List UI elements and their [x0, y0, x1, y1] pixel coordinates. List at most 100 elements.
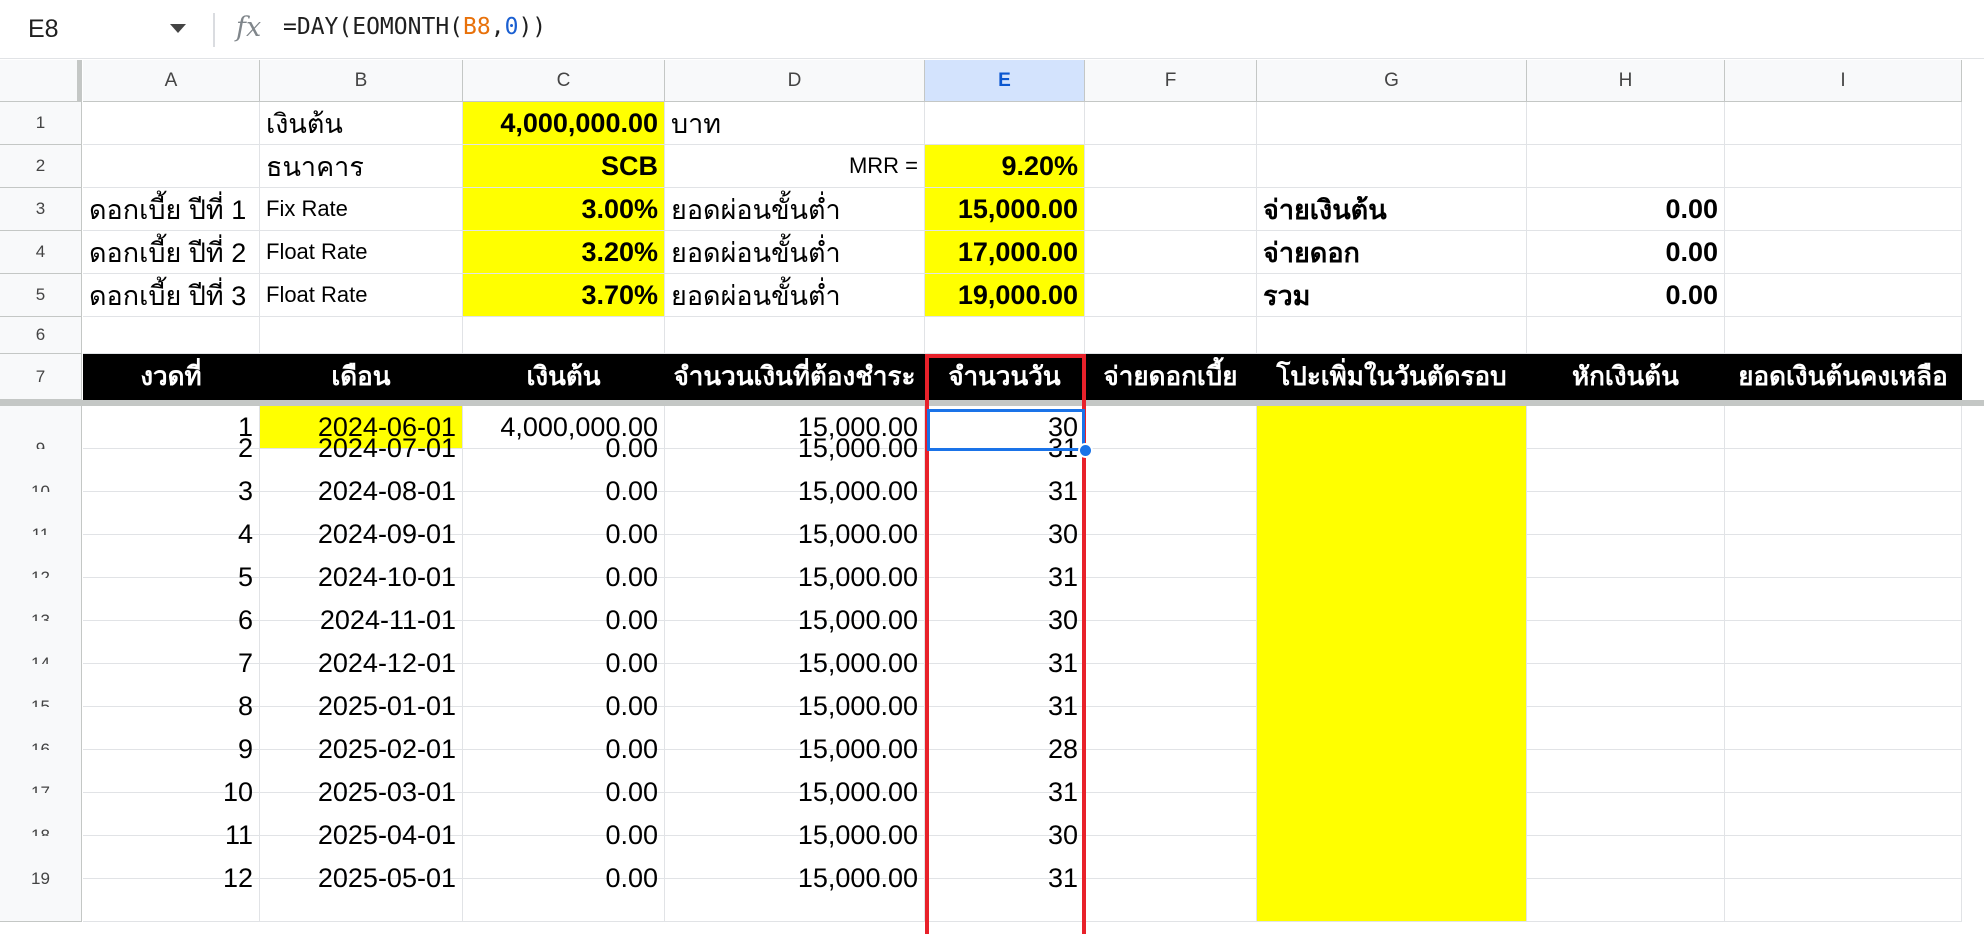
cell-d6[interactable]: [665, 317, 925, 354]
table-header-2[interactable]: เดือน: [260, 354, 463, 400]
summary-value[interactable]: 0.00: [1527, 274, 1725, 317]
summary-label[interactable]: จ่ายเงินต้น: [1257, 188, 1527, 231]
cell-a1[interactable]: [83, 102, 260, 145]
installment-number[interactable]: 12: [83, 836, 260, 922]
cell-g2[interactable]: [1257, 145, 1527, 188]
remaining-principal[interactable]: [1725, 836, 1962, 922]
column-header-h[interactable]: H: [1527, 60, 1725, 102]
rate-value[interactable]: 3.20%: [463, 231, 665, 274]
column-header-c[interactable]: C: [463, 60, 665, 102]
table-header-5[interactable]: จำนวนวัน: [925, 354, 1085, 400]
table-header-9[interactable]: ยอดเงินต้นคงเหลือ: [1725, 354, 1962, 400]
row-header-19[interactable]: 19: [0, 836, 82, 922]
rate-type[interactable]: Float Rate: [260, 274, 463, 317]
extra-payment[interactable]: [1257, 836, 1527, 922]
cell-g1[interactable]: [1257, 102, 1527, 145]
cell-i2[interactable]: [1725, 145, 1962, 188]
cell-f6[interactable]: [1085, 317, 1257, 354]
summary-label[interactable]: รวม: [1257, 274, 1527, 317]
rate-type[interactable]: Float Rate: [260, 231, 463, 274]
principal-cell[interactable]: 0.00: [463, 836, 665, 922]
cell-c6[interactable]: [463, 317, 665, 354]
cell-b6[interactable]: [260, 317, 463, 354]
cell-h1[interactable]: [1527, 102, 1725, 145]
row-header-4[interactable]: 4: [0, 231, 82, 274]
interest-paid[interactable]: [1085, 836, 1257, 922]
mrr-label[interactable]: MRR =: [665, 145, 925, 188]
cell-i6[interactable]: [1725, 317, 1962, 354]
row-header-6[interactable]: 6: [0, 317, 82, 354]
table-header-4[interactable]: จำนวนเงินที่ต้องชำระ: [665, 354, 925, 400]
column-header-a[interactable]: A: [83, 60, 260, 102]
column-header-i[interactable]: I: [1725, 60, 1962, 102]
rate-value[interactable]: 3.70%: [463, 274, 665, 317]
principal-deducted[interactable]: [1527, 836, 1725, 922]
rate-year-label[interactable]: ดอกเบี้ย ปีที่ 1: [83, 188, 260, 231]
chevron-down-icon[interactable]: [170, 24, 186, 33]
min-payment-label[interactable]: ยอดผ่อนขั้นต่ำ: [665, 231, 925, 274]
mrr-value[interactable]: 9.20%: [925, 145, 1085, 188]
min-payment-value[interactable]: 17,000.00: [925, 231, 1085, 274]
cell-i4[interactable]: [1725, 231, 1962, 274]
formula-token-plain: ,: [490, 14, 505, 40]
select-all-corner[interactable]: [0, 60, 82, 102]
table-header-6[interactable]: จ่ายดอกเบี้ย: [1085, 354, 1257, 400]
rate-type[interactable]: Fix Rate: [260, 188, 463, 231]
cell-e1[interactable]: [925, 102, 1085, 145]
table-header-3[interactable]: เงินต้น: [463, 354, 665, 400]
spreadsheet-app: E8 fx =DAY(EOMONTH(B8,0)) ABCDEFGHI 1234…: [0, 0, 1984, 934]
table-header-7[interactable]: โปะเพิ่มในวันตัดรอบ: [1257, 354, 1527, 400]
principal-unit[interactable]: บาท: [665, 102, 925, 145]
row-header-5[interactable]: 5: [0, 274, 82, 317]
column-header-d[interactable]: D: [665, 60, 925, 102]
principal-value[interactable]: 4,000,000.00: [463, 102, 665, 145]
table-header-8[interactable]: หักเงินต้น: [1527, 354, 1725, 400]
bank-label[interactable]: ธนาคาร: [260, 145, 463, 188]
row-header-2[interactable]: 2: [0, 145, 82, 188]
min-payment-value[interactable]: 19,000.00: [925, 274, 1085, 317]
fx-icon: fx: [236, 12, 262, 43]
summary-value[interactable]: 0.00: [1527, 231, 1725, 274]
rate-year-label[interactable]: ดอกเบี้ย ปีที่ 3: [83, 274, 260, 317]
row-header-7[interactable]: 7: [0, 354, 82, 400]
cell-f1[interactable]: [1085, 102, 1257, 145]
min-payment-value[interactable]: 15,000.00: [925, 188, 1085, 231]
cell-i1[interactable]: [1725, 102, 1962, 145]
name-box[interactable]: E8: [0, 0, 205, 59]
formula-input[interactable]: =DAY(EOMONTH(B8,0)): [283, 14, 546, 40]
cell-g6[interactable]: [1257, 317, 1527, 354]
cell-a6[interactable]: [83, 317, 260, 354]
principal-label[interactable]: เงินต้น: [260, 102, 463, 145]
column-header-b[interactable]: B: [260, 60, 463, 102]
column-header-e[interactable]: E: [925, 60, 1085, 102]
formula-token-plain: )): [518, 14, 547, 40]
column-header-g[interactable]: G: [1257, 60, 1527, 102]
column-header-f[interactable]: F: [1085, 60, 1257, 102]
summary-label[interactable]: จ่ายดอก: [1257, 231, 1527, 274]
fill-handle[interactable]: [1078, 443, 1093, 458]
row-header-3[interactable]: 3: [0, 188, 82, 231]
cell-f2[interactable]: [1085, 145, 1257, 188]
min-payment-label[interactable]: ยอดผ่อนขั้นต่ำ: [665, 188, 925, 231]
cell-h2[interactable]: [1527, 145, 1725, 188]
rate-year-label[interactable]: ดอกเบี้ย ปีที่ 2: [83, 231, 260, 274]
cell-f4[interactable]: [1085, 231, 1257, 274]
cell-f3[interactable]: [1085, 188, 1257, 231]
cell-e6[interactable]: [925, 317, 1085, 354]
cell-i3[interactable]: [1725, 188, 1962, 231]
summary-value[interactable]: 0.00: [1527, 188, 1725, 231]
month-date[interactable]: 2025-05-01: [260, 836, 463, 922]
min-payment-label[interactable]: ยอดผ่อนขั้นต่ำ: [665, 274, 925, 317]
formula-token-ref: B8: [463, 14, 491, 40]
frozen-rows-divider[interactable]: [0, 400, 1984, 406]
row-header-1[interactable]: 1: [0, 102, 82, 145]
cell-i5[interactable]: [1725, 274, 1962, 317]
rate-value[interactable]: 3.00%: [463, 188, 665, 231]
payment-amount[interactable]: 15,000.00: [665, 836, 925, 922]
days-count[interactable]: 31: [925, 836, 1085, 922]
cell-a2[interactable]: [83, 145, 260, 188]
bank-value[interactable]: SCB: [463, 145, 665, 188]
cell-f5[interactable]: [1085, 274, 1257, 317]
table-header-1[interactable]: งวดที่: [83, 354, 260, 400]
cell-h6[interactable]: [1527, 317, 1725, 354]
